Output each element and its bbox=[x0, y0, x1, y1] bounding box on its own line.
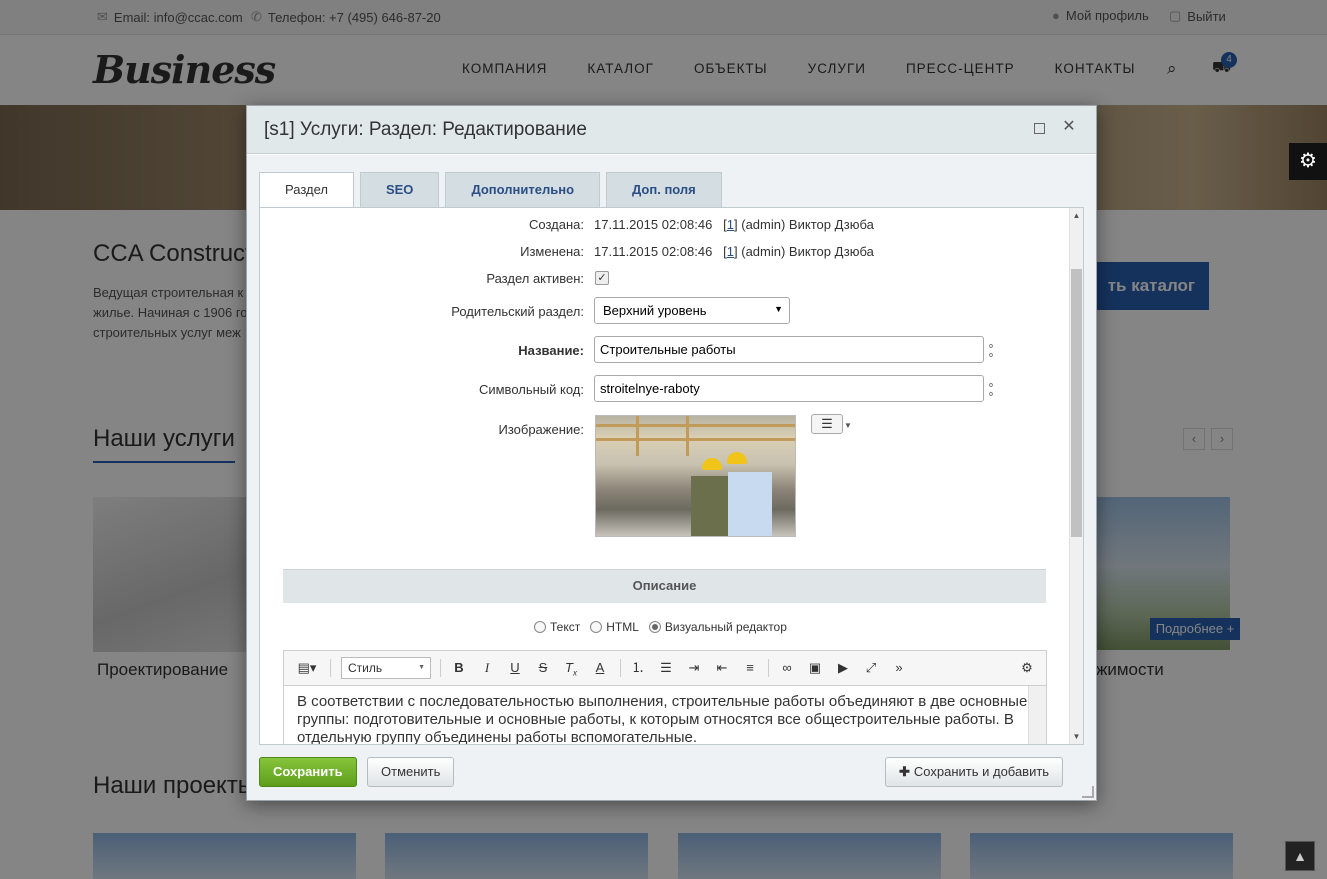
dialog-header[interactable]: [s1] Услуги: Раздел: Редактирование ✕ bbox=[247, 106, 1096, 154]
photo-detail bbox=[728, 472, 772, 536]
code-label: Символьный код: bbox=[478, 382, 584, 397]
underline-icon[interactable]: U bbox=[505, 658, 525, 678]
scroll-down-icon[interactable]: ▼ bbox=[1070, 730, 1083, 744]
visual-editor-content[interactable]: В соответствии с последовательностью вып… bbox=[283, 686, 1047, 745]
name-label: Название: bbox=[518, 343, 584, 358]
edit-section-dialog: [s1] Услуги: Раздел: Редактирование ✕ Ра… bbox=[246, 105, 1097, 801]
active-checkbox[interactable]: ✓ bbox=[595, 271, 609, 285]
unordered-list-icon[interactable]: ☰ bbox=[656, 658, 676, 678]
toolbar-separator bbox=[330, 659, 331, 677]
close-icon[interactable]: ✕ bbox=[1061, 119, 1077, 135]
toolbar-separator bbox=[440, 659, 441, 677]
fullscreen-icon[interactable]: ⤢ bbox=[861, 658, 881, 678]
description-header: Описание bbox=[283, 569, 1046, 603]
tab-seo[interactable]: SEO bbox=[359, 172, 440, 207]
radio-dot bbox=[534, 621, 546, 633]
modified-value: 17.11.2015 02:08:46 [1] (admin) Виктор Д… bbox=[594, 244, 874, 259]
tab-extra-fields[interactable]: Доп. поля bbox=[606, 172, 722, 207]
code-input[interactable]: stroitelnye-raboty bbox=[594, 375, 984, 402]
photo-detail bbox=[691, 476, 731, 536]
settings-gear-icon[interactable]: ⚙ bbox=[1289, 143, 1327, 180]
toolbar-separator bbox=[620, 659, 621, 677]
photo-detail bbox=[686, 416, 689, 456]
mode-html-radio[interactable]: HTML bbox=[590, 620, 639, 634]
parent-select-value: Верхний уровень bbox=[603, 303, 707, 318]
image-icon[interactable]: ▣ bbox=[805, 658, 825, 678]
outdent-icon[interactable]: ⇤ bbox=[712, 658, 732, 678]
dialog-title: [s1] Услуги: Раздел: Редактирование bbox=[264, 119, 587, 140]
image-menu-icon[interactable]: ☰ bbox=[811, 414, 843, 434]
scrollbar-thumb[interactable] bbox=[1071, 269, 1082, 537]
created-user-link[interactable]: 1 bbox=[727, 217, 734, 232]
section-image[interactable] bbox=[595, 415, 796, 537]
mode-label: HTML bbox=[606, 620, 639, 634]
caret-down-icon: ▼ bbox=[418, 664, 425, 671]
modified-user-link[interactable]: 1 bbox=[727, 244, 734, 259]
save-and-add-button[interactable]: ✚ Сохранить и добавить bbox=[885, 757, 1064, 787]
editor-scrollbar[interactable] bbox=[1028, 686, 1046, 744]
caret-down-icon[interactable]: ▼ bbox=[844, 421, 852, 430]
modified-user: (admin) Виктор Дзюба bbox=[741, 244, 874, 259]
photo-detail bbox=[596, 424, 795, 427]
created-user: (admin) Виктор Дзюба bbox=[741, 217, 874, 232]
plus-icon: ✚ bbox=[899, 764, 910, 779]
video-icon[interactable]: ▶ bbox=[833, 658, 853, 678]
photo-detail bbox=[596, 438, 795, 441]
ordered-list-icon[interactable]: ⒈ bbox=[628, 658, 648, 678]
created-value: 17.11.2015 02:08:46 [1] (admin) Виктор Д… bbox=[594, 217, 874, 232]
mode-label: Визуальный редактор bbox=[664, 620, 787, 634]
chain-link-icon[interactable]: ⚬ ⚬ bbox=[985, 381, 997, 402]
more-icon[interactable]: » bbox=[889, 658, 909, 678]
chain-link-icon[interactable]: ⚬ ⚬ bbox=[985, 342, 997, 363]
modified-date: 17.11.2015 02:08:46 bbox=[594, 244, 713, 259]
modified-label: Изменена: bbox=[520, 244, 584, 259]
radio-dot bbox=[590, 621, 603, 633]
created-label: Создана: bbox=[529, 217, 584, 232]
mode-text-radio[interactable]: Текст bbox=[534, 620, 580, 634]
created-date: 17.11.2015 02:08:46 bbox=[594, 217, 713, 232]
editor-mode-radios: Текст HTML Визуальный редактор bbox=[534, 620, 787, 634]
tab-panel: Создана: 17.11.2015 02:08:46 [1] (admin)… bbox=[259, 207, 1084, 745]
style-select[interactable]: Стиль ▼ bbox=[341, 657, 431, 679]
photo-detail bbox=[636, 416, 639, 456]
source-icon[interactable]: ▤▾ bbox=[294, 658, 320, 678]
dialog-tabs: Раздел SEO Дополнительно Доп. поля bbox=[259, 172, 722, 207]
remove-format-icon[interactable]: Tx bbox=[561, 658, 581, 678]
resize-handle-icon[interactable] bbox=[1082, 786, 1094, 798]
cancel-button[interactable]: Отменить bbox=[367, 757, 455, 787]
panel-scrollbar[interactable]: ▲ ▼ bbox=[1069, 208, 1083, 744]
name-input[interactable]: Строительные работы bbox=[594, 336, 984, 363]
editor-toolbar: ▤▾ Стиль ▼ B I U S Tx A ⒈ ☰ ⇥ ⇤ ≡ ∞ ▣ ▶ … bbox=[283, 650, 1047, 686]
dialog-body: Раздел SEO Дополнительно Доп. поля Созда… bbox=[247, 155, 1096, 745]
dialog-footer: Сохранить Отменить ✚ Сохранить и добавить bbox=[247, 745, 1096, 800]
parent-select[interactable]: Верхний уровень ▼ bbox=[594, 297, 790, 324]
save-button[interactable]: Сохранить bbox=[259, 757, 357, 787]
save-and-add-label: Сохранить и добавить bbox=[913, 764, 1050, 779]
settings-icon[interactable]: ⚙ bbox=[1017, 658, 1037, 678]
tab-additional[interactable]: Дополнительно bbox=[445, 172, 601, 207]
mode-visual-radio[interactable]: Визуальный редактор bbox=[648, 620, 787, 634]
mode-label: Текст bbox=[550, 620, 581, 634]
bold-icon[interactable]: B bbox=[449, 658, 469, 678]
radio-dot bbox=[648, 621, 661, 633]
align-icon[interactable]: ≡ bbox=[740, 658, 760, 678]
style-label: Стиль bbox=[348, 661, 383, 675]
active-label: Раздел активен: bbox=[486, 271, 584, 286]
maximize-icon[interactable] bbox=[1034, 123, 1045, 134]
scroll-up-icon[interactable]: ▲ bbox=[1070, 209, 1083, 223]
photo-detail bbox=[727, 452, 747, 464]
scroll-to-top-icon[interactable]: ▲ bbox=[1285, 841, 1315, 871]
caret-down-icon: ▼ bbox=[774, 304, 783, 314]
parent-label: Родительский раздел: bbox=[451, 304, 584, 319]
indent-icon[interactable]: ⇥ bbox=[684, 658, 704, 678]
editor-text: В соответствии с последовательностью вып… bbox=[297, 693, 1028, 745]
photo-detail bbox=[702, 458, 722, 470]
image-label: Изображение: bbox=[498, 422, 584, 437]
strikethrough-icon[interactable]: S bbox=[533, 658, 553, 678]
font-color-icon[interactable]: A bbox=[590, 658, 610, 678]
tab-section[interactable]: Раздел bbox=[259, 172, 354, 207]
toolbar-separator bbox=[768, 659, 769, 677]
link-icon[interactable]: ∞ bbox=[777, 658, 797, 678]
italic-icon[interactable]: I bbox=[477, 658, 497, 678]
